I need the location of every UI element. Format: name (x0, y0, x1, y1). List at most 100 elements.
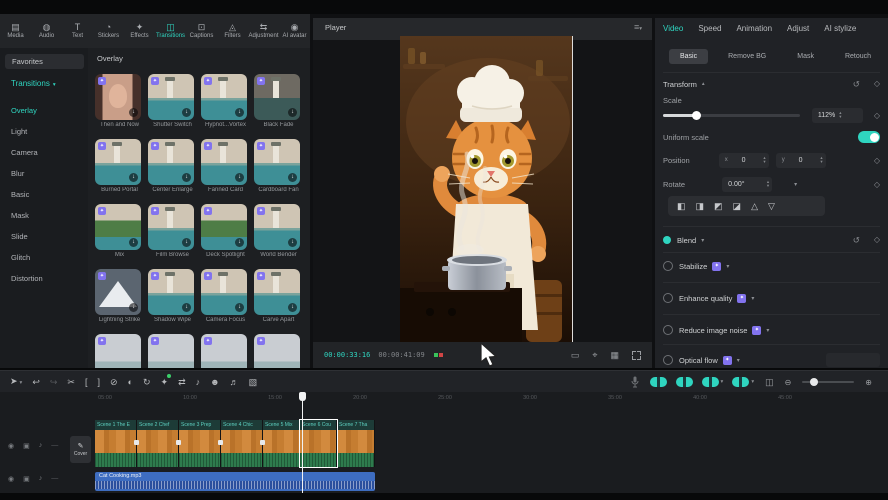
download-icon[interactable]: ↓ (129, 108, 138, 117)
preview-axis-icon[interactable]: ◫ (765, 377, 774, 388)
scale-value-box[interactable]: 112% ▴▾ (812, 108, 863, 123)
flip-tool-icon-5[interactable]: ▽ (768, 201, 775, 212)
select-tool-icon[interactable]: ➤▾ (10, 370, 22, 394)
zoom-slider-thumb[interactable] (810, 378, 818, 386)
mirror-icon[interactable]: ⇄ (178, 371, 186, 393)
audio-tool-icon[interactable]: ♪ (196, 371, 201, 393)
transition-marker[interactable] (176, 440, 181, 445)
sidebar-item-blur[interactable]: Blur (0, 163, 88, 184)
ratio-icon[interactable]: ▭ (571, 350, 580, 361)
tab-adjust[interactable]: Adjust (787, 24, 809, 33)
transition-item[interactable]: ✦↓Black Fade (254, 74, 307, 134)
loop-icon[interactable]: ↻ (143, 371, 151, 393)
download-icon[interactable]: ↓ (235, 303, 244, 312)
delete-icon[interactable]: ⊘ (110, 371, 118, 393)
rotate-value-box[interactable]: 0.00° ▴▾ (722, 177, 772, 192)
download-icon[interactable]: ↓ (182, 303, 191, 312)
hide-track-icon[interactable]: ◉ (8, 442, 14, 450)
transition-marker[interactable] (134, 440, 139, 445)
transition-thumbnail[interactable]: ✦↓ (148, 204, 194, 250)
section-row-reduce-image-noise[interactable]: Reduce image noise✦▾ (663, 322, 880, 338)
download-icon[interactable]: ↓ (288, 173, 297, 182)
download-icon[interactable]: ↓ (288, 238, 297, 247)
auto-snap-icon[interactable] (676, 377, 693, 387)
transition-item[interactable]: ✦↓Mix (95, 204, 148, 264)
crop-icon[interactable]: ▧ (249, 371, 258, 393)
ribbon-item-adjustment[interactable]: ⇆Adjustment (248, 22, 279, 40)
sidebar-item-mask[interactable]: Mask (0, 205, 88, 226)
download-icon[interactable]: ↓ (235, 173, 244, 182)
favorites-box[interactable]: Favorites (5, 54, 84, 69)
transition-thumbnail[interactable]: ✦↓ (201, 269, 247, 315)
transition-thumbnail[interactable]: ✦↓ (95, 204, 141, 250)
tab-video[interactable]: Video (663, 24, 683, 33)
chevron-down-icon[interactable]: ▾ (701, 237, 704, 244)
checkbox-circle-icon[interactable] (663, 293, 673, 303)
flip-tool-icon-4[interactable]: △ (751, 201, 758, 212)
transition-marker[interactable] (218, 440, 223, 445)
transition-thumbnail[interactable]: ✦↓ (148, 334, 194, 368)
download-icon[interactable]: ↓ (129, 303, 138, 312)
download-icon[interactable]: ↓ (235, 238, 244, 247)
timeline-zoom-slider[interactable] (802, 381, 854, 383)
transition-thumbnail[interactable]: ✦↓ (254, 204, 300, 250)
sidebar-item-light[interactable]: Light (0, 121, 88, 142)
optical-flow-extra-button[interactable] (826, 353, 880, 367)
transition-item[interactable]: ✦↓Cardboard Fan (254, 139, 307, 199)
section-row-optical-flow[interactable]: Optical flow✦▾ (663, 352, 880, 368)
transition-item[interactable]: ✦↓Center Enlarge (148, 139, 201, 199)
sidebar-item-camera[interactable]: Camera (0, 142, 88, 163)
keyframe-diamond-icon[interactable]: ◇ (874, 79, 880, 90)
checkbox-circle-icon[interactable] (663, 355, 673, 365)
transition-item[interactable]: ✦↓ (95, 334, 148, 368)
transition-thumbnail[interactable]: ✦↓ (254, 74, 300, 120)
subtab-mask[interactable]: Mask (786, 49, 825, 64)
stepper-icon[interactable]: ▴▾ (820, 156, 822, 164)
timeline-clip[interactable]: Scene 6 Cou (300, 420, 337, 467)
audio-clip[interactable]: Cat Cooking.mp3 (95, 472, 375, 491)
tab-speed[interactable]: Speed (698, 24, 721, 33)
transition-thumbnail[interactable]: ✦↓ (95, 334, 141, 368)
cover-button[interactable]: ✎ Cover (70, 436, 91, 463)
subtab-basic[interactable]: Basic (669, 49, 708, 64)
focus-icon[interactable]: ⌖ (592, 350, 597, 361)
transition-item[interactable]: ✦↓Camera Focus (201, 269, 254, 329)
mask-tool-icon[interactable]: ◐ (128, 371, 133, 393)
section-row-stabilize[interactable]: Stabilize✦▾ (663, 258, 880, 274)
transition-thumbnail[interactable]: ✦↓ (254, 269, 300, 315)
checkbox-circle-icon[interactable] (663, 261, 673, 271)
smart-edit-icon[interactable]: ✦ (161, 371, 169, 393)
transition-item[interactable]: ✦↓Deck Spotlight (201, 204, 254, 264)
link-clips-icon[interactable]: ▾ (702, 377, 724, 387)
download-icon[interactable]: ↓ (235, 108, 244, 117)
timeline-clip[interactable]: Scene 7 Tha (337, 420, 375, 467)
transition-thumbnail[interactable]: ✦↓ (201, 334, 247, 368)
category-dropdown[interactable]: Transitions▾ (11, 79, 56, 88)
portrait-tool-icon[interactable]: ☻ (210, 371, 219, 393)
chevron-down-icon[interactable]: ▾ (766, 327, 769, 334)
subtab-retouch[interactable]: Retouch (834, 49, 882, 64)
subtab-remove-bg[interactable]: Remove BG (717, 49, 777, 64)
transition-thumbnail[interactable]: ✦↓ (201, 74, 247, 120)
position-y-box[interactable]: y 0 ▴▾ (776, 153, 826, 168)
ribbon-item-audio[interactable]: ◍Audio (31, 22, 62, 40)
chevron-down-icon[interactable]: ▾ (751, 295, 754, 302)
checkbox-circle-icon[interactable] (663, 325, 673, 335)
transition-item[interactable]: ✦↓Shadow Wipe (148, 269, 201, 329)
ribbon-item-text[interactable]: TText (62, 22, 93, 40)
download-icon[interactable]: ↓ (288, 303, 297, 312)
transition-thumbnail[interactable]: ✦↓ (254, 334, 300, 368)
transition-item[interactable]: ✦↓Burned Portal (95, 139, 148, 199)
download-icon[interactable]: ↓ (129, 173, 138, 182)
hide-track-icon[interactable]: ◉ (8, 475, 14, 483)
chevron-down-icon[interactable]: ▾ (721, 379, 724, 385)
flip-tool-icon-2[interactable]: ◩ (714, 201, 723, 212)
transition-item[interactable]: ✦↓Hypnot...Vortex (201, 74, 254, 134)
undo-icon[interactable]: ↩ (32, 371, 40, 393)
transition-marker[interactable] (260, 440, 265, 445)
download-icon[interactable]: ↓ (288, 108, 297, 117)
lock-track-icon[interactable]: ▣ (23, 442, 30, 450)
timeline-clip[interactable]: Scene 1 The E (95, 420, 137, 467)
position-x-box[interactable]: x 0 ▴▾ (719, 153, 769, 168)
chevron-down-icon[interactable]: ▾ (751, 379, 754, 385)
